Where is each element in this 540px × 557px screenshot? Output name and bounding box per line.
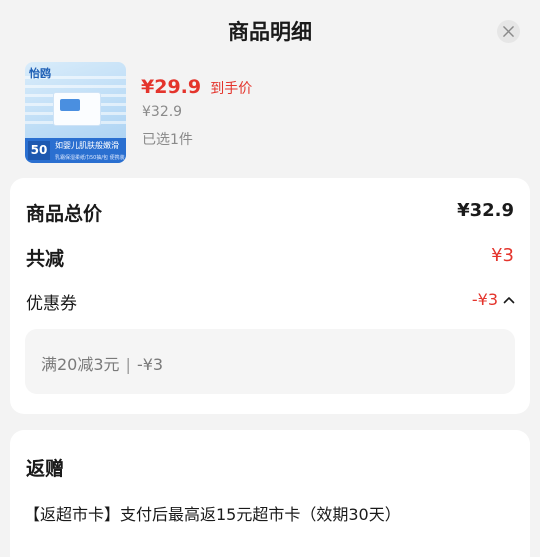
product-image-subtag: 乳霜保湿柔纸巾50抽/包 便携装	[55, 155, 125, 161]
product-image-package	[53, 92, 101, 126]
gift-card: 返赠 【返超市卡】支付后最高返15元超市卡（效期30天）	[10, 430, 530, 557]
coupon-value: -¥3	[471, 290, 498, 309]
close-button[interactable]	[497, 20, 520, 43]
coupon-label: 优惠券	[26, 294, 77, 314]
product-image-count: 50	[28, 141, 50, 160]
coupon-amount: -¥3	[136, 355, 164, 374]
chevron-up-icon	[503, 296, 515, 303]
coupon-toggle[interactable]: -¥3	[472, 290, 515, 309]
price-breakdown-card: 商品总价 ¥32.9 共减 ¥3 优惠券 -¥3 满20减3元 | -¥3	[10, 178, 530, 414]
coupon-detail-text: 满20减3元 | -¥3	[41, 351, 163, 375]
product-summary: 怡鸥 50 如婴儿肌肤般嫩滑 乳霜保湿柔纸巾50抽/包 便携装 ¥29.9 到手…	[25, 62, 525, 164]
product-image-brand: 怡鸥	[29, 67, 51, 80]
product-image-tagline: 如婴儿肌肤般嫩滑	[55, 141, 119, 150]
final-price: ¥29.9	[141, 76, 202, 98]
original-price: ¥32.9	[142, 104, 183, 120]
close-icon	[503, 26, 514, 37]
sheet-header: 商品明细	[0, 0, 540, 60]
page-title: 商品明细	[228, 20, 312, 44]
final-price-label: 到手价	[210, 81, 253, 97]
coupon-detail-box: 满20减3元 | -¥3	[25, 329, 515, 394]
gift-title: 返赠	[26, 458, 65, 480]
coupon-separator: |	[125, 355, 131, 374]
price-row: ¥29.9 到手价	[141, 76, 252, 98]
coupon-condition: 满20减3元	[41, 355, 120, 374]
selected-quantity: 已选1件	[142, 132, 193, 148]
gift-description: 【返超市卡】支付后最高返15元超市卡（效期30天）	[24, 505, 401, 524]
reduction-value: ¥3	[491, 245, 514, 266]
total-price-value: ¥32.9	[457, 200, 514, 221]
total-price-label: 商品总价	[26, 203, 103, 225]
reduction-label: 共减	[26, 248, 65, 270]
product-image[interactable]: 怡鸥 50 如婴儿肌肤般嫩滑 乳霜保湿柔纸巾50抽/包 便携装	[25, 62, 126, 163]
